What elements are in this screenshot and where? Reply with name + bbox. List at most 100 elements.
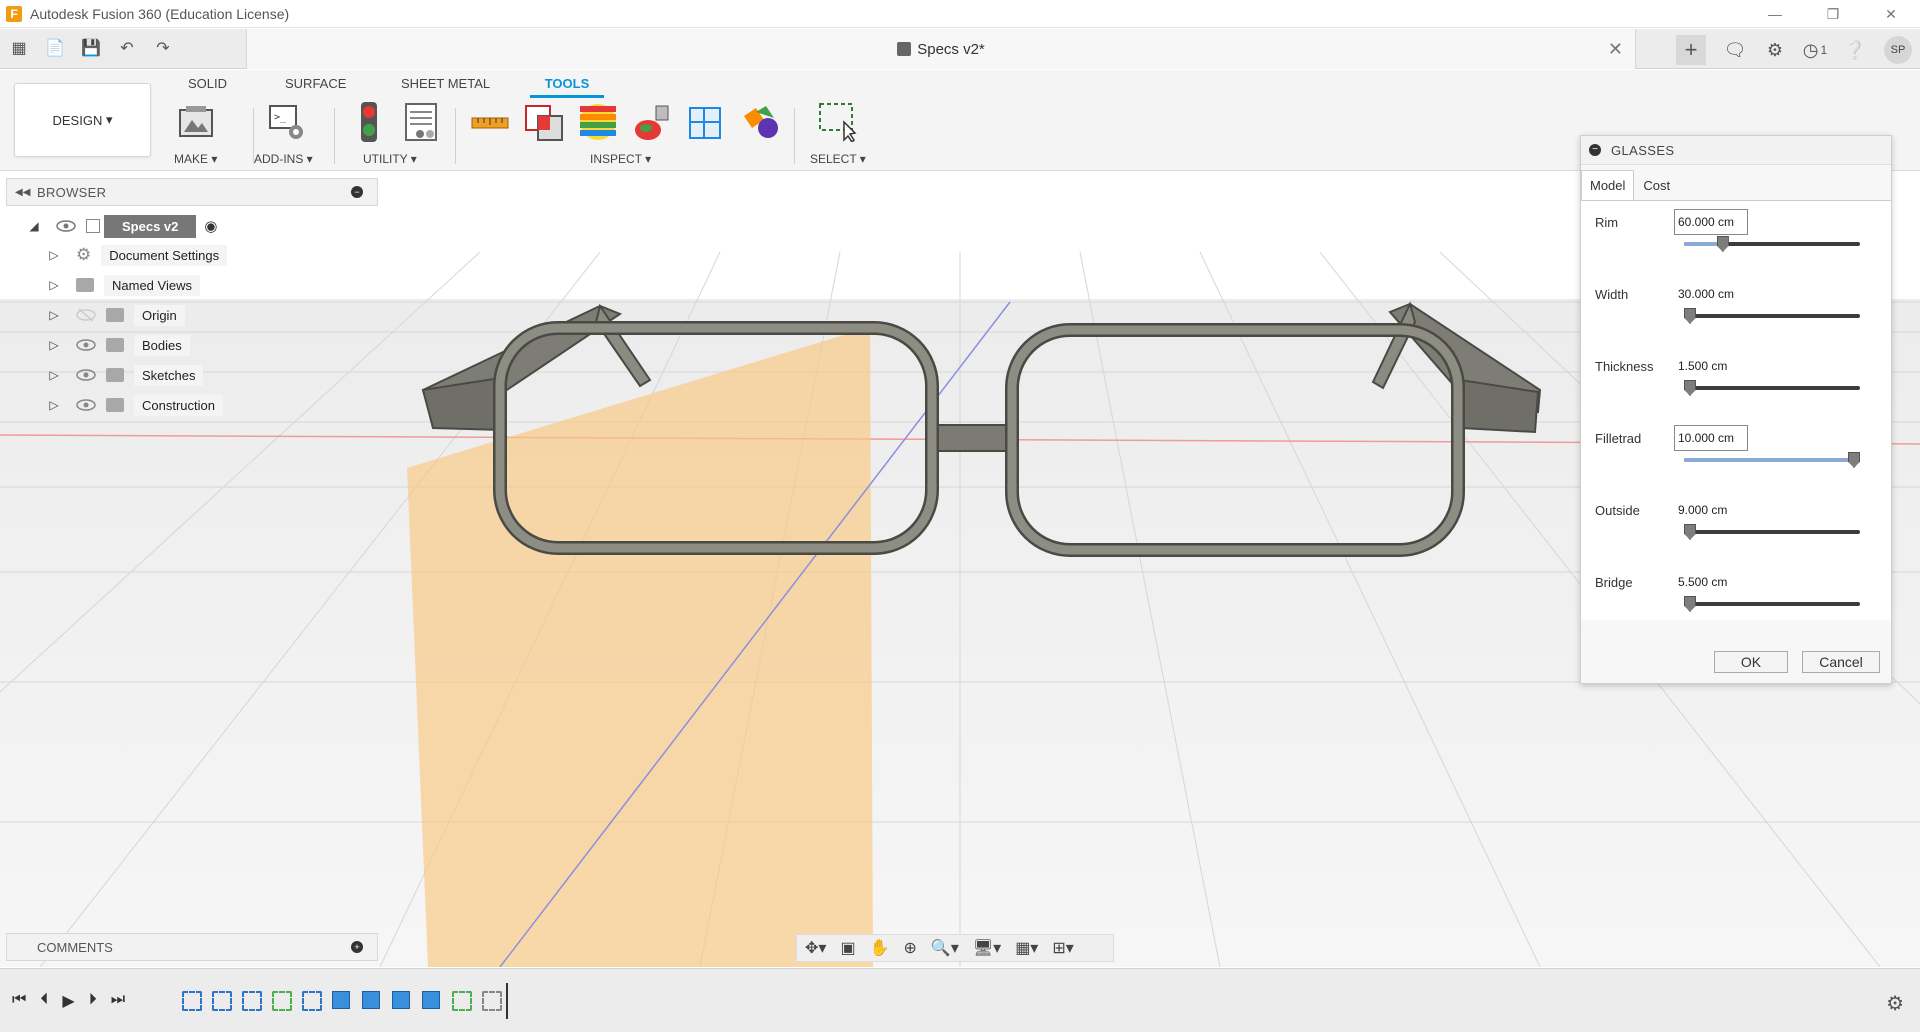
timeline-extrude-feature[interactable]: [422, 991, 440, 1009]
filletrad-input[interactable]: 10.000 cm: [1674, 425, 1748, 451]
job-status-icon[interactable]: ◷ 1: [1803, 39, 1827, 61]
dialog-header[interactable]: − GLASSES: [1581, 136, 1891, 165]
group-make[interactable]: MAKE ▾: [174, 152, 217, 166]
timeline-sketch-feature[interactable]: [272, 991, 292, 1011]
tab-solid[interactable]: SOLID: [188, 76, 227, 91]
tab-surface[interactable]: SURFACE: [285, 76, 346, 91]
group-select[interactable]: SELECT ▾: [810, 152, 866, 166]
thickness-input[interactable]: 1.500 cm: [1674, 353, 1748, 379]
measure-icon[interactable]: [470, 102, 510, 142]
ok-button[interactable]: OK: [1714, 651, 1788, 673]
timeline-extrude-feature[interactable]: [332, 991, 350, 1009]
visibility-eye-icon[interactable]: [76, 398, 96, 412]
outside-input[interactable]: 9.000 cm: [1674, 497, 1748, 523]
step-forward-icon[interactable]: ⏵: [89, 991, 97, 1011]
expand-triangle-icon[interactable]: ▷: [46, 397, 62, 413]
bridge-input[interactable]: 5.500 cm: [1674, 569, 1748, 595]
help-icon[interactable]: ❔: [1844, 39, 1866, 61]
window-select-icon[interactable]: [818, 102, 858, 142]
dialog-collapse-icon[interactable]: −: [1589, 144, 1601, 156]
timeline-sketch-feature[interactable]: [182, 991, 202, 1011]
minimize-button[interactable]: —: [1746, 0, 1804, 28]
cancel-button[interactable]: Cancel: [1802, 651, 1880, 673]
hidden-eye-icon[interactable]: [76, 308, 96, 322]
grid-settings-icon[interactable]: ▦▾: [1015, 938, 1038, 958]
bridge-slider[interactable]: [1684, 596, 1860, 612]
thickness-slider[interactable]: [1684, 380, 1860, 396]
save-icon[interactable]: 💾: [80, 37, 102, 59]
timeline-construction-feature[interactable]: [482, 991, 502, 1011]
tab-cost[interactable]: Cost: [1634, 170, 1679, 200]
slider-thumb[interactable]: [1684, 596, 1696, 612]
file-menu-icon[interactable]: 📄: [44, 37, 66, 59]
slider-thumb[interactable]: [1684, 524, 1696, 540]
rim-input[interactable]: 60.000 cm: [1674, 209, 1748, 235]
look-at-icon[interactable]: ▣: [840, 938, 855, 958]
browser-item-document-settings[interactable]: ▷ ⚙ Document Settings: [46, 243, 228, 267]
expand-triangle-icon[interactable]: ▷: [46, 337, 62, 353]
new-tab-button[interactable]: +: [1676, 35, 1706, 65]
user-avatar[interactable]: SP: [1884, 36, 1912, 64]
timeline-sketch-feature[interactable]: [212, 991, 232, 1011]
rim-slider[interactable]: [1684, 236, 1860, 252]
step-back-icon[interactable]: ⏴: [40, 991, 48, 1011]
redo-icon[interactable]: ↷: [152, 37, 174, 59]
visibility-eye-icon[interactable]: [76, 338, 96, 352]
document-tab[interactable]: Specs v2* ✕: [246, 29, 1636, 69]
browser-item-bodies[interactable]: ▷ Bodies: [46, 333, 190, 357]
slider-thumb[interactable]: [1716, 236, 1729, 252]
slider-thumb[interactable]: [1684, 380, 1696, 396]
go-to-end-icon[interactable]: ⏭: [111, 991, 125, 1011]
expand-triangle-icon[interactable]: ▷: [46, 307, 62, 323]
width-slider[interactable]: [1684, 308, 1860, 324]
slider-thumb[interactable]: [1848, 452, 1860, 468]
add-comment-icon[interactable]: +: [351, 941, 363, 953]
workspace-switcher[interactable]: DESIGN ▾: [14, 83, 151, 157]
undo-icon[interactable]: ↶: [116, 37, 138, 59]
notifications-icon[interactable]: 🗨: [1724, 39, 1747, 61]
group-add-ins[interactable]: ADD-INS ▾: [254, 152, 313, 166]
browser-root-row[interactable]: ◢ Specs v2 ◉: [26, 214, 217, 238]
group-utility[interactable]: UTILITY ▾: [363, 152, 417, 166]
tab-model[interactable]: Model: [1581, 170, 1635, 200]
traffic-light-icon[interactable]: [349, 102, 389, 142]
scripts-addins-icon[interactable]: >_: [266, 102, 306, 142]
interference-icon[interactable]: [524, 102, 564, 142]
parameters-table-icon[interactable]: [402, 102, 442, 142]
close-document-icon[interactable]: ✕: [1608, 39, 1623, 60]
comments-panel-header[interactable]: COMMENTS +: [6, 933, 378, 961]
timeline-sketch-feature[interactable]: [452, 991, 472, 1011]
section-analysis-icon[interactable]: [686, 102, 726, 142]
browser-item-origin[interactable]: ▷ Origin: [46, 303, 185, 327]
visibility-eye-icon[interactable]: [56, 219, 76, 233]
slider-thumb[interactable]: [1684, 308, 1696, 324]
pan-hand-icon[interactable]: ✋: [870, 938, 890, 958]
orbit-icon[interactable]: ✥▾: [805, 938, 826, 958]
play-icon[interactable]: ▶: [62, 991, 74, 1011]
display-component-colors-icon[interactable]: [740, 102, 780, 142]
viewports-icon[interactable]: ⊞▾: [1052, 938, 1073, 958]
browser-item-named-views[interactable]: ▷ Named Views: [46, 273, 200, 297]
3d-print-icon[interactable]: [176, 102, 216, 142]
timeline-extrude-feature[interactable]: [362, 991, 380, 1009]
outside-slider[interactable]: [1684, 524, 1860, 540]
expand-triangle-icon[interactable]: ▷: [46, 367, 62, 383]
width-input[interactable]: 30.000 cm: [1674, 281, 1748, 307]
restore-button[interactable]: ❐: [1804, 0, 1862, 28]
zebra-analysis-icon[interactable]: [578, 102, 618, 142]
browser-item-construction[interactable]: ▷ Construction: [46, 393, 223, 417]
curvature-map-icon[interactable]: [632, 102, 672, 142]
display-settings-icon[interactable]: 🖥▾: [973, 938, 1001, 958]
timeline-sketch-feature[interactable]: [302, 991, 322, 1011]
expand-triangle-icon[interactable]: ▷: [46, 277, 62, 293]
group-inspect[interactable]: INSPECT ▾: [590, 152, 651, 166]
filletrad-slider[interactable]: [1684, 452, 1860, 468]
activate-radio-icon[interactable]: ◉: [204, 217, 217, 235]
collapse-triangle-icon[interactable]: ◢: [26, 218, 42, 234]
tab-sheet-metal[interactable]: SHEET METAL: [401, 76, 490, 91]
browser-item-sketches[interactable]: ▷ Sketches: [46, 363, 204, 387]
close-window-button[interactable]: ✕: [1862, 0, 1920, 28]
timeline-extrude-feature[interactable]: [392, 991, 410, 1009]
go-to-start-icon[interactable]: ⏮: [12, 991, 26, 1011]
expand-triangle-icon[interactable]: ▷: [46, 247, 62, 263]
